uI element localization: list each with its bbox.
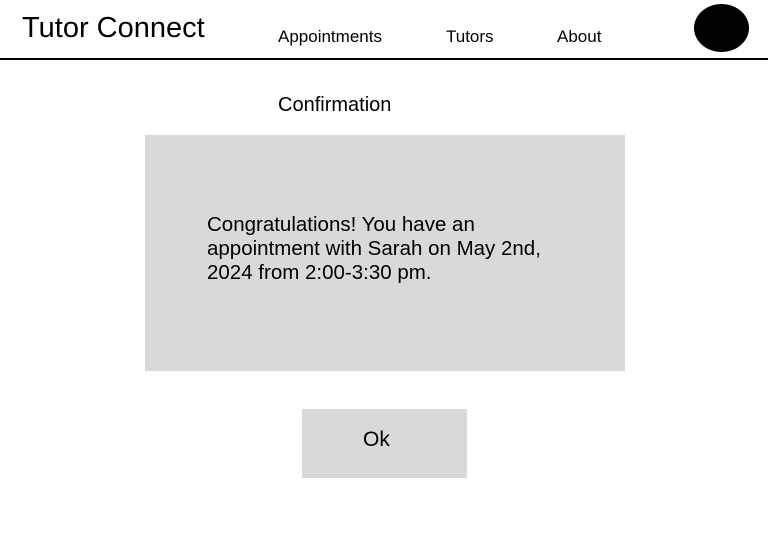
app-root: Tutor Connect Appointments Tutors About … — [0, 0, 768, 536]
top-header: Tutor Connect Appointments Tutors About — [0, 0, 768, 60]
ok-button-label: Ok — [363, 428, 390, 451]
confirmation-message-box: Congratulations! You have an appointment… — [145, 135, 625, 371]
confirmation-message: Congratulations! You have an appointment… — [207, 213, 541, 284]
nav-item-appointments[interactable]: Appointments — [278, 27, 382, 47]
ok-button[interactable]: Ok — [302, 409, 467, 478]
profile-avatar[interactable] — [694, 4, 749, 52]
page-title: Confirmation — [278, 94, 392, 116]
nav-item-about[interactable]: About — [557, 27, 601, 47]
nav-item-tutors[interactable]: Tutors — [446, 27, 494, 47]
brand-title[interactable]: Tutor Connect — [22, 11, 205, 45]
